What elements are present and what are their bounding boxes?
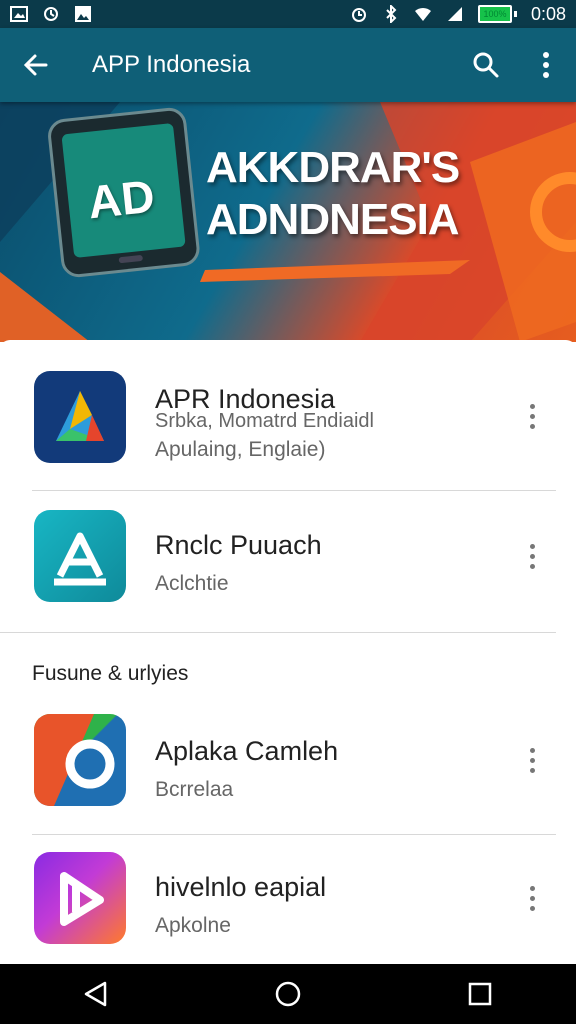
search-icon: [473, 52, 499, 78]
overflow-menu-button[interactable]: [516, 28, 576, 102]
app-subtitle: Apkolne: [155, 914, 231, 937]
app-subtitle: Bcrrelaa: [155, 778, 234, 801]
app-bar: APP Indonesia: [0, 28, 576, 102]
list-item[interactable]: APR Indonesia Srbka, Momatrd Endiaidl Ap…: [0, 348, 576, 488]
section-title: Fusune & urlyies: [32, 662, 189, 685]
list-item[interactable]: hivelnlo eapial Apkolne: [0, 834, 576, 974]
signal-icon: [447, 7, 462, 21]
item-menu-button[interactable]: [516, 736, 548, 784]
battery-icon: 100%: [477, 5, 517, 23]
app-title: Rnclc Puuach: [155, 530, 322, 560]
app-logo-icon: [54, 532, 106, 586]
app-list-sheet: APR Indonesia Srbka, Momatrd Endiaidl Ap…: [0, 340, 576, 964]
status-bar: 100% 0:08: [0, 0, 576, 28]
page-title: APP Indonesia: [92, 51, 251, 78]
photo-notification-icon: [75, 6, 91, 22]
system-nav-bar: [0, 964, 576, 1024]
list-item[interactable]: Rnclc Puuach Aclchtie: [0, 490, 576, 630]
alarm-icon: [351, 8, 366, 22]
app-subtitle: Aclchtie: [155, 572, 229, 595]
clock: 0:08: [530, 3, 566, 24]
promo-banner[interactable]: AD AKKDRAR'S ADNDNESIA: [0, 102, 576, 342]
arrow-back-icon: [23, 54, 48, 76]
bluetooth-icon: [386, 5, 397, 23]
item-menu-button[interactable]: [516, 392, 548, 440]
nav-home-icon: [275, 981, 301, 1007]
app-subtitle-secondary: Apulaing, Englaie): [155, 438, 326, 461]
item-menu-button[interactable]: [516, 874, 548, 922]
nav-recents-button[interactable]: [450, 964, 510, 1024]
app-icon: [34, 371, 126, 463]
app-logo-icon: [60, 872, 104, 926]
nav-back-button[interactable]: [66, 964, 126, 1024]
battery-level: 100%: [477, 5, 512, 23]
app-title: Aplaka Camleh: [155, 736, 339, 766]
app-title: hivelnlo eapial: [155, 872, 327, 902]
nav-back-icon: [84, 981, 107, 1007]
app-icon: [34, 852, 126, 944]
banner-heading-line1: AKKDRAR'S: [206, 143, 460, 192]
banner-heading-line2: ADNDNESIA: [206, 195, 460, 244]
app-icon: [34, 510, 126, 602]
app-icon: [34, 714, 126, 806]
item-menu-button[interactable]: [516, 532, 548, 580]
app-logo-icon: [56, 391, 104, 441]
search-button[interactable]: [456, 28, 516, 102]
back-button[interactable]: [0, 28, 72, 102]
gallery-notification-icon: [10, 6, 28, 22]
more-vert-icon: [543, 52, 549, 78]
app-subtitle: Srbka, Momatrd Endiaidl: [155, 410, 374, 432]
list-item[interactable]: Aplaka Camleh Bcrrelaa: [0, 700, 576, 840]
app-logo-icon: [34, 714, 115, 806]
nav-recents-icon: [468, 982, 492, 1006]
banner-heading: AKKDRAR'S ADNDNESIA: [206, 142, 566, 246]
divider: [0, 632, 556, 633]
tablet-logo: AD: [85, 169, 157, 229]
nav-home-button[interactable]: [258, 964, 318, 1024]
sync-notification-icon: [44, 7, 58, 21]
wifi-icon: [414, 7, 431, 21]
